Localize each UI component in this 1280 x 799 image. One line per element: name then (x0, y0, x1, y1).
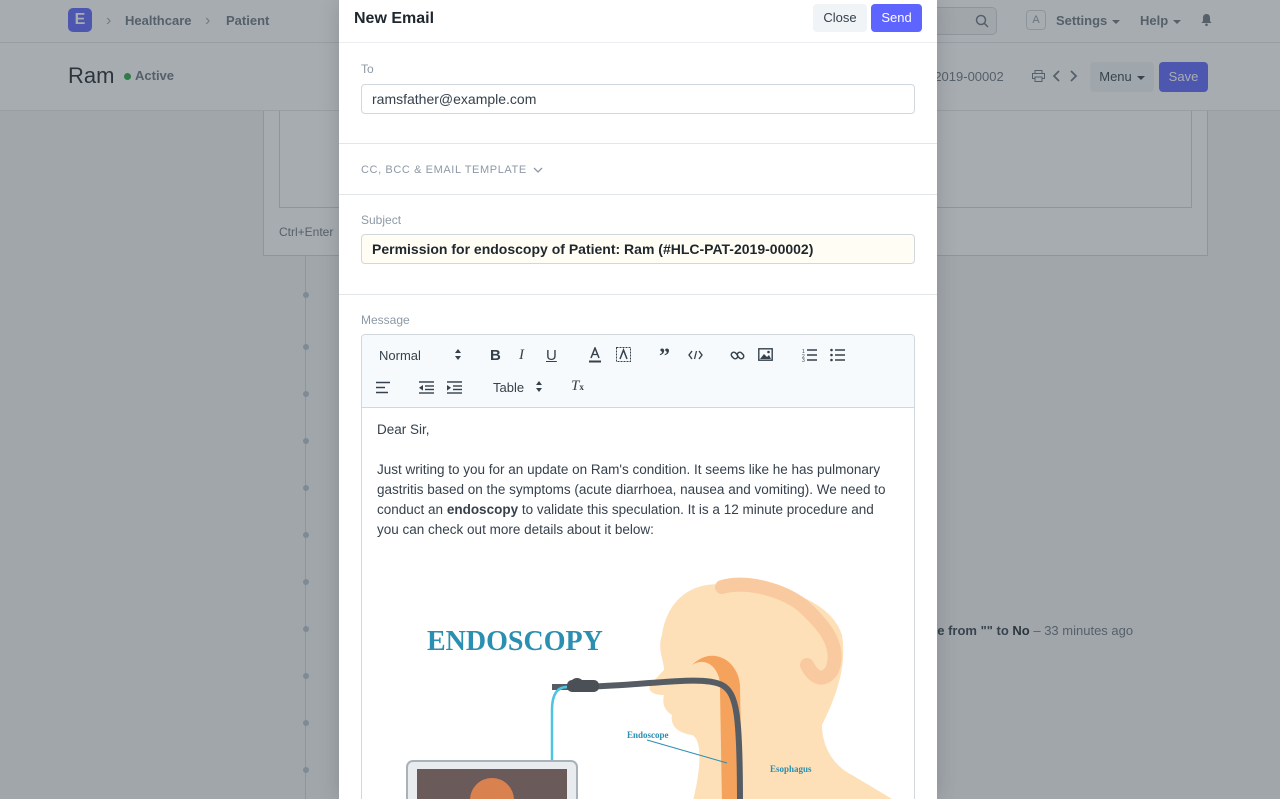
to-field[interactable]: ramsfather@example.com (361, 84, 915, 114)
select-arrows-icon (536, 381, 542, 392)
divider (339, 143, 937, 144)
table-select[interactable]: Table (493, 380, 524, 395)
align-left-icon[interactable] (376, 381, 391, 394)
background-color-icon[interactable] (616, 347, 631, 363)
blockquote-icon[interactable]: ” (659, 343, 670, 369)
send-button[interactable]: Send (871, 4, 922, 32)
cc-bcc-label: CC, BCC & EMAIL TEMPLATE (361, 164, 527, 176)
message-greeting: Dear Sir, (377, 422, 430, 437)
underline-icon[interactable]: U (546, 347, 557, 364)
bullet-list-icon[interactable] (830, 348, 845, 362)
message-editor[interactable]: Normal B I U ” 123 Table Tx Dear Sir, Ju… (361, 334, 915, 799)
message-label: Message (361, 313, 410, 327)
subject-label: Subject (361, 213, 402, 227)
cc-bcc-toggle[interactable]: CC, BCC & EMAIL TEMPLATE (361, 164, 543, 176)
chevron-down-icon (533, 167, 543, 174)
divider (339, 294, 937, 295)
select-arrows-icon (455, 349, 461, 360)
divider (339, 194, 937, 195)
link-icon[interactable] (730, 348, 745, 363)
editor-toolbar: Normal B I U ” 123 Table Tx (362, 335, 914, 408)
heading-select[interactable]: Normal (379, 348, 421, 363)
message-paragraph: Just writing to you for an update on Ram… (377, 460, 897, 540)
endoscopy-illustration: ENDOSCOPY Endoscope Esophagus (406, 577, 892, 799)
illustration-title: ENDOSCOPY (427, 626, 603, 657)
subject-field[interactable]: Permission for endoscopy of Patient: Ram… (361, 234, 915, 264)
indent-icon[interactable] (447, 381, 462, 394)
dialog-header: New Email Close Send (339, 0, 937, 43)
message-bold-word: endoscopy (446, 502, 519, 517)
to-label: To (361, 62, 374, 76)
bold-icon[interactable]: B (490, 347, 501, 364)
dialog-title: New Email (354, 10, 435, 27)
svg-text:3: 3 (802, 358, 805, 362)
label-endoscope: Endoscope (627, 730, 669, 740)
new-email-dialog: New Email Close Send To ramsfather@examp… (339, 0, 937, 799)
image-icon[interactable] (758, 348, 773, 361)
close-button[interactable]: Close (813, 4, 867, 32)
message-body[interactable]: Dear Sir, Just writing to you for an upd… (377, 420, 897, 560)
outdent-icon[interactable] (419, 381, 434, 394)
text-color-icon[interactable] (588, 347, 602, 363)
ordered-list-icon[interactable]: 123 (802, 348, 817, 362)
italic-icon[interactable]: I (519, 347, 524, 364)
clear-format-icon[interactable]: Tx (571, 378, 584, 395)
code-block-icon[interactable] (688, 350, 703, 360)
label-esophagus: Esophagus (770, 764, 812, 774)
